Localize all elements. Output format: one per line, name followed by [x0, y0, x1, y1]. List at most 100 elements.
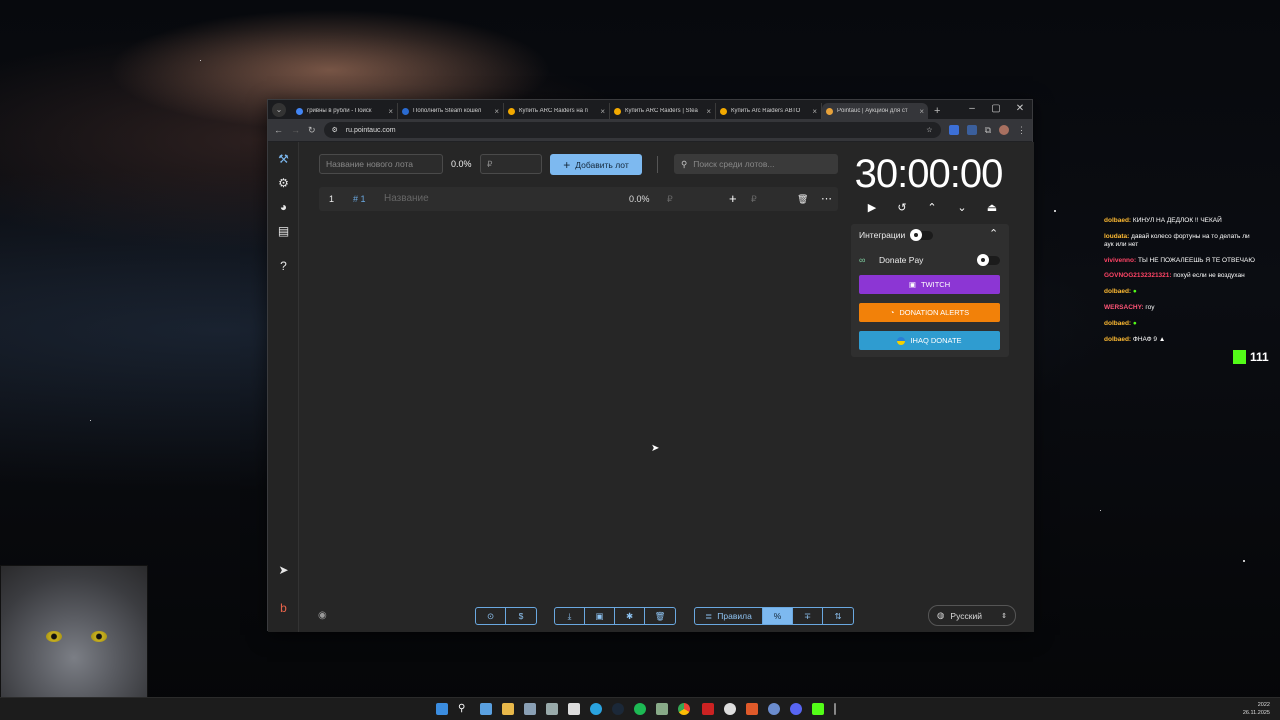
integrations-toggle[interactable]: [910, 229, 933, 241]
start-icon[interactable]: [436, 703, 448, 715]
clear-trash-icon[interactable]: 🗑: [645, 608, 675, 624]
minimize-icon[interactable]: –: [960, 100, 984, 118]
taskbar-app-icon[interactable]: [656, 703, 668, 715]
add-lot-button[interactable]: + Добавить лот: [550, 154, 642, 175]
tab-favicon-icon: [826, 107, 833, 115]
new-tab-icon[interactable]: +: [934, 105, 940, 117]
system-clock[interactable]: 2022 26.11.2025: [1243, 701, 1270, 717]
forward-icon[interactable]: →: [291, 125, 300, 135]
search-icon[interactable]: ⚲: [458, 703, 470, 715]
extension-icon[interactable]: [948, 125, 959, 135]
taskbar-app-icon[interactable]: [724, 703, 736, 715]
bookmark-star-icon[interactable]: ☆: [926, 126, 932, 134]
taskbar-app-icon[interactable]: [568, 703, 580, 715]
close-icon[interactable]: ×: [600, 107, 605, 116]
kick-icon[interactable]: [812, 703, 824, 715]
close-window-icon[interactable]: ✕: [1008, 100, 1032, 118]
play-icon[interactable]: ▶: [865, 201, 879, 215]
chat-text: аук или нет: [1104, 240, 1139, 248]
close-icon[interactable]: ×: [706, 107, 711, 116]
chat-text: гоу: [1145, 303, 1155, 311]
add-amount-icon[interactable]: +: [729, 191, 737, 206]
browser-tab[interactable]: Купить Arc Raiders АВТО ×: [716, 103, 822, 119]
integrations-panel: Интеграции ⌃ ∞ Donate Pay ▣ TWITCH ◔ DONAT…: [851, 224, 1009, 357]
chevron-down-icon[interactable]: ⌄: [955, 201, 969, 215]
amount-input[interactable]: ₽: [480, 154, 542, 174]
taskbar-app-icon[interactable]: [702, 703, 714, 715]
url-text: ru.pointauc.com: [345, 126, 396, 134]
wheel-chart-icon[interactable]: ◕: [276, 200, 291, 215]
chevron-up-icon[interactable]: ⌃: [925, 201, 939, 215]
chrome-icon[interactable]: [678, 703, 690, 715]
donation-alerts-button[interactable]: ◔ DONATION ALERTS: [859, 303, 1000, 322]
spotify-icon[interactable]: [634, 703, 646, 715]
more-icon[interactable]: ⋯: [821, 192, 832, 205]
lot-extra-amount-field[interactable]: ₽: [751, 194, 757, 205]
settings-gear-icon[interactable]: ⚙: [276, 176, 291, 191]
browser-tab[interactable]: Купить ARC Raiders | Stea ×: [610, 103, 716, 119]
taskbar-app-icon[interactable]: [546, 703, 558, 715]
discord-icon[interactable]: [790, 703, 802, 715]
donatepay-toggle[interactable]: [977, 254, 1000, 266]
lot-amount-field[interactable]: ₽: [667, 194, 673, 205]
visibility-eye-icon[interactable]: ◉: [318, 610, 327, 621]
help-icon[interactable]: ?: [276, 259, 291, 274]
reload-icon[interactable]: ↻: [308, 125, 316, 136]
pointauc-app: ⚒ ⚙ ◕ ▤ ? ➤ b Название нового лота 0.0% …: [268, 142, 1034, 632]
close-icon[interactable]: ×: [388, 107, 393, 116]
rules-button[interactable]: ≣ Правила: [695, 608, 763, 624]
chat-emote: ●: [1132, 319, 1137, 327]
extension-icon[interactable]: [966, 125, 977, 135]
tab-favicon-icon: [402, 107, 409, 115]
lot-name-field[interactable]: Название: [384, 193, 429, 204]
steam-icon[interactable]: [612, 703, 624, 715]
url-field[interactable]: ⚙ ru.pointauc.com ☆: [323, 122, 941, 138]
taskbar-app-icon[interactable]: [480, 703, 492, 715]
back-icon[interactable]: ←: [274, 125, 283, 135]
percent-toggle[interactable]: %: [763, 608, 793, 624]
ihaq-donate-button[interactable]: IHAQ DONATE: [859, 331, 1000, 350]
bug-icon[interactable]: ✱: [615, 608, 645, 624]
taskbar-app-icon[interactable]: [524, 703, 536, 715]
telegram-icon[interactable]: [590, 703, 602, 715]
taskbar-app-icon[interactable]: [746, 703, 758, 715]
taskbar-app-icon[interactable]: [768, 703, 780, 715]
close-icon[interactable]: ×: [812, 107, 817, 116]
reset-icon[interactable]: ↺: [895, 201, 909, 215]
browser-tab[interactable]: гривны в рубли - Поиск ×: [292, 103, 398, 119]
menu-dots-icon[interactable]: ⋮: [1017, 125, 1026, 136]
close-icon[interactable]: ×: [919, 107, 924, 116]
lot-tag[interactable]: # 1: [353, 194, 366, 204]
window-controls: – ▢ ✕: [960, 100, 1032, 118]
github-icon[interactable]: ⊙: [476, 608, 506, 624]
taskbar-app-icon[interactable]: [834, 703, 836, 715]
profile-avatar[interactable]: [999, 125, 1009, 135]
sort-icon[interactable]: ⇅: [823, 608, 853, 624]
search-input[interactable]: ⚲ Поиск среди лотов...: [674, 154, 838, 174]
language-select[interactable]: ◍ Русский ⇕: [928, 605, 1016, 626]
puzzle-icon[interactable]: ⧉: [985, 125, 991, 136]
twitch-button[interactable]: ▣ TWITCH: [859, 275, 1000, 294]
browser-tab[interactable]: Пополнить Steam кошел ×: [398, 103, 504, 119]
file-explorer-icon[interactable]: [502, 703, 514, 715]
close-icon[interactable]: ×: [494, 107, 499, 116]
maximize-icon[interactable]: ▢: [984, 100, 1008, 118]
delete-icon[interactable]: 🗑: [797, 194, 808, 205]
collapse-chevron-icon[interactable]: ⌃: [989, 227, 998, 240]
tab-search-icon[interactable]: ⌄: [272, 103, 286, 117]
browser-tab-active[interactable]: Pointauc | Аукцион для ст ×: [822, 103, 928, 119]
donate-dollar-icon[interactable]: $: [506, 608, 536, 624]
site-info-icon[interactable]: ⚙: [332, 126, 338, 134]
auction-hammer-icon[interactable]: ⚒: [276, 152, 291, 167]
cat-eye: [46, 631, 62, 642]
ukraine-flag-icon: [897, 336, 906, 345]
lot-name-input[interactable]: Название нового лота: [319, 154, 443, 174]
browser-tab[interactable]: Купить ARC Raiders на п ×: [504, 103, 610, 119]
clipboard-icon[interactable]: ▤: [276, 224, 291, 239]
boosty-icon[interactable]: b: [276, 601, 291, 616]
download-icon[interactable]: ⤓: [555, 608, 585, 624]
eject-icon[interactable]: ⏏: [985, 201, 999, 215]
telegram-icon[interactable]: ➤: [276, 563, 291, 578]
save-icon[interactable]: ▣: [585, 608, 615, 624]
split-icon[interactable]: ∓: [793, 608, 823, 624]
